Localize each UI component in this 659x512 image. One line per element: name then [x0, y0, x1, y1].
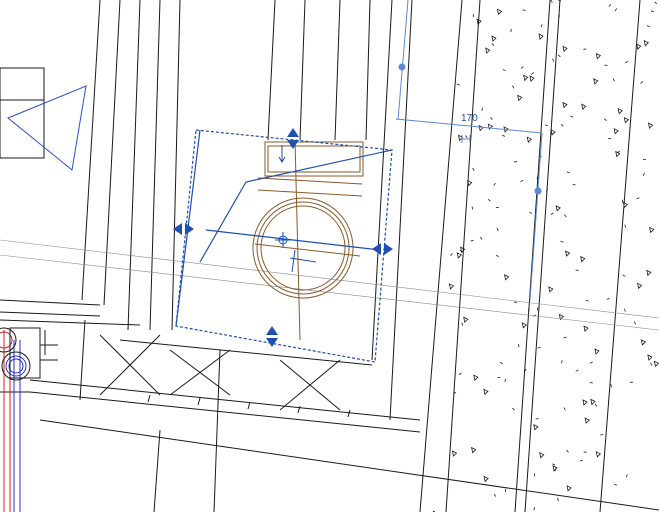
flip-control-left[interactable] [173, 223, 194, 235]
hatch-dash [610, 384, 612, 388]
pipe-run [0, 327, 58, 512]
hatch-dash [624, 224, 626, 228]
drawing-canvas[interactable]: 170 [0, 0, 659, 512]
fixture-element[interactable] [252, 139, 364, 341]
flip-control-right[interactable] [372, 243, 393, 255]
direction-triangle [7, 85, 87, 171]
hatch-dash [561, 360, 563, 364]
move-cross-icon[interactable] [275, 232, 317, 273]
dimension-grip-right[interactable] [534, 187, 542, 195]
hatch-dash [533, 473, 536, 477]
dimension-grip-top[interactable] [398, 63, 406, 71]
dimension-value[interactable]: 170 [461, 113, 478, 124]
flip-control-inner[interactable] [278, 145, 286, 163]
